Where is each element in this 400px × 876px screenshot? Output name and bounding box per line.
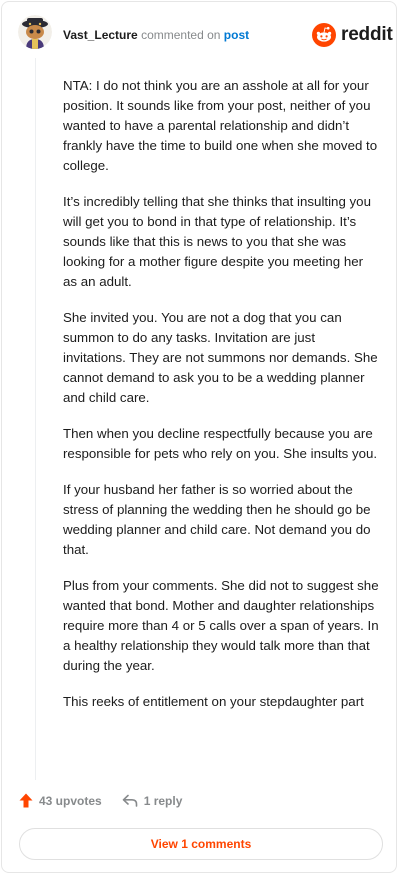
comment-paragraph: This reeks of entitlement on your stepda… [63, 694, 364, 709]
comment-paragraph: Plus from your comments. She did not to … [63, 578, 379, 673]
username-link[interactable]: Vast_Lecture [63, 28, 138, 42]
reddit-alien-icon [312, 23, 336, 47]
view-comments-button[interactable]: View 1 comments [19, 828, 383, 860]
comment-header: Vast_Lecture commented on post [63, 27, 249, 43]
upvote-button[interactable]: 43 upvotes [19, 793, 102, 808]
commented-on-text: commented on [141, 28, 221, 42]
thread-line[interactable] [35, 58, 36, 780]
comment-card: Vast_Lecture commented on post reddit NT… [1, 1, 397, 873]
comment-paragraph: If your husband her father is so worried… [63, 482, 371, 557]
reddit-logo[interactable]: reddit [312, 23, 393, 47]
comment-paragraph: Then when you decline respectfully becau… [63, 426, 378, 461]
snoo-avatar-icon [18, 15, 52, 49]
user-avatar[interactable] [18, 15, 52, 49]
reddit-wordmark: reddit [341, 24, 393, 45]
comment-paragraph: NTA: I do not think you are an asshole a… [63, 78, 378, 173]
reply-arrow-icon [122, 794, 138, 807]
upvote-arrow-icon [19, 793, 33, 808]
post-link[interactable]: post [224, 28, 249, 42]
comment-footer: 43 upvotes 1 reply [19, 793, 182, 808]
reply-button[interactable]: 1 reply [122, 793, 183, 808]
comment-body: NTA: I do not think you are an asshole a… [63, 76, 379, 728]
reply-count: 1 reply [143, 793, 183, 808]
upvote-count: 43 upvotes [39, 793, 102, 808]
comment-paragraph: It’s incredibly telling that she thinks … [63, 194, 371, 289]
comment-paragraph: She invited you. You are not a dog that … [63, 310, 378, 405]
